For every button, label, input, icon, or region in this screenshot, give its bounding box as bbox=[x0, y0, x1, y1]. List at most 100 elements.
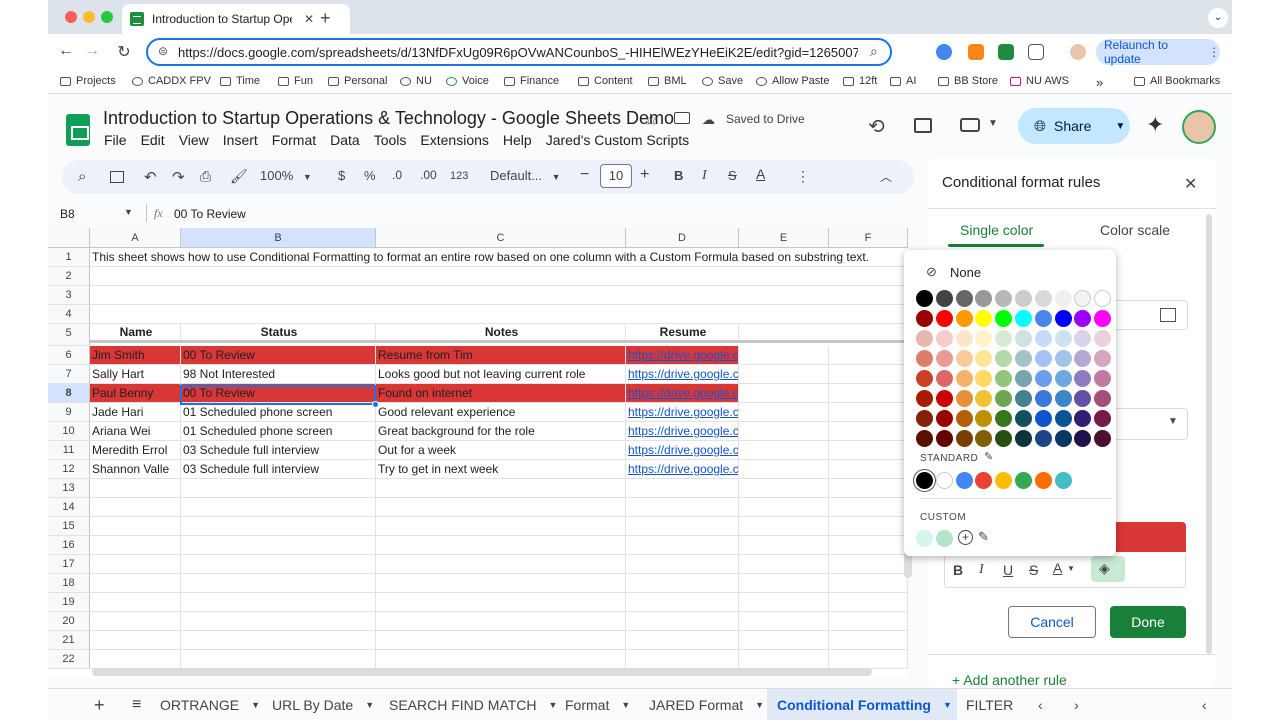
color-swatch[interactable] bbox=[916, 370, 933, 387]
bookmark-item[interactable]: Time bbox=[220, 75, 260, 87]
table-cell-empty[interactable] bbox=[90, 555, 181, 573]
intro-cell[interactable]: This sheet shows how to use Conditional … bbox=[90, 248, 908, 266]
color-swatch[interactable] bbox=[1015, 290, 1032, 307]
zoom-select[interactable]: 100% ▼ bbox=[260, 168, 312, 183]
table-cell-empty[interactable] bbox=[90, 593, 181, 611]
none-color-option[interactable]: None bbox=[950, 265, 981, 280]
zoom-window-button[interactable] bbox=[101, 11, 113, 23]
table-cell-notes[interactable]: Good relevant experience bbox=[376, 403, 626, 421]
meet-dropdown-icon[interactable]: ▼ bbox=[988, 118, 998, 129]
menu-data[interactable]: Data bbox=[330, 132, 360, 148]
sheet-tab[interactable]: ORTRANGE ▼ bbox=[160, 689, 260, 720]
decrease-decimal-button[interactable]: .0 bbox=[392, 168, 402, 182]
color-swatch[interactable] bbox=[1074, 410, 1092, 427]
color-swatch[interactable] bbox=[1074, 350, 1092, 367]
table-cell-name[interactable]: Jim Smith bbox=[90, 346, 181, 364]
row-header[interactable]: 10 bbox=[48, 422, 90, 441]
site-info-icon[interactable]: ⊜ bbox=[158, 44, 168, 58]
table-cell-empty[interactable] bbox=[376, 574, 626, 592]
profile-icon[interactable] bbox=[1070, 44, 1086, 60]
close-tab-icon[interactable]: ✕ bbox=[304, 12, 314, 26]
color-swatch[interactable] bbox=[935, 430, 953, 447]
color-swatch[interactable] bbox=[975, 390, 993, 407]
table-cell-empty[interactable] bbox=[626, 479, 739, 497]
table-cell-empty[interactable] bbox=[829, 517, 908, 535]
relaunch-button[interactable]: Relaunch to update ⋮ bbox=[1096, 38, 1220, 66]
bookmark-item[interactable]: CADDX FPV bbox=[132, 75, 211, 87]
row-header[interactable]: 5 bbox=[48, 324, 90, 346]
row-header[interactable]: 1 bbox=[48, 248, 90, 267]
bookmark-item[interactable]: Save bbox=[702, 75, 743, 87]
table-cell-empty[interactable] bbox=[829, 631, 908, 649]
table-cell-name[interactable]: Shannon Valle bbox=[90, 460, 181, 478]
table-cell-empty[interactable] bbox=[829, 403, 908, 421]
percent-button[interactable]: % bbox=[364, 168, 376, 183]
table-cell-notes[interactable]: Resume from Tim bbox=[376, 346, 626, 364]
name-box[interactable]: B8 bbox=[60, 207, 75, 221]
color-swatch[interactable] bbox=[916, 330, 933, 347]
table-cell-notes[interactable]: Found on internet bbox=[376, 384, 626, 402]
table-cell-status[interactable]: 03 Schedule full interview bbox=[181, 441, 376, 459]
table-cell-empty[interactable] bbox=[626, 536, 739, 554]
table-cell-resume[interactable]: https://drive.google.c bbox=[626, 403, 739, 421]
underline-style-button[interactable]: U bbox=[1003, 562, 1013, 578]
back-icon[interactable]: ← bbox=[56, 42, 76, 60]
table-cell-empty[interactable] bbox=[376, 536, 626, 554]
color-swatch[interactable] bbox=[1054, 370, 1072, 387]
color-swatch[interactable] bbox=[935, 390, 953, 407]
table-cell-empty[interactable] bbox=[90, 631, 181, 649]
table-cell-empty[interactable] bbox=[829, 555, 908, 573]
color-swatch[interactable] bbox=[1015, 430, 1032, 447]
bookmark-item[interactable]: Finance bbox=[504, 75, 559, 87]
row-header[interactable]: 9 bbox=[48, 403, 90, 422]
color-swatch[interactable] bbox=[1074, 370, 1092, 387]
table-cell-empty[interactable] bbox=[90, 612, 181, 630]
resume-link[interactable]: https://drive.google.c bbox=[628, 386, 738, 400]
row-header[interactable]: 11 bbox=[48, 441, 90, 460]
standard-color-swatch[interactable] bbox=[995, 472, 1013, 489]
row-header[interactable]: 16 bbox=[48, 536, 90, 555]
color-swatch[interactable] bbox=[995, 410, 1013, 427]
gemini-icon[interactable]: ✦ bbox=[1146, 112, 1164, 138]
minimize-window-button[interactable] bbox=[83, 11, 95, 23]
header-resume[interactable]: Resume bbox=[626, 324, 739, 340]
color-swatch[interactable] bbox=[1094, 290, 1112, 307]
color-swatch[interactable] bbox=[1094, 410, 1112, 427]
color-swatch[interactable] bbox=[1074, 390, 1092, 407]
formula-input[interactable]: 00 To Review bbox=[174, 207, 246, 221]
color-swatch[interactable] bbox=[1054, 290, 1072, 307]
zoom-icon[interactable]: ⌕ bbox=[870, 43, 878, 60]
menu-insert[interactable]: Insert bbox=[223, 132, 258, 148]
bold-style-button[interactable]: B bbox=[953, 562, 963, 578]
table-cell-empty[interactable] bbox=[739, 536, 829, 554]
table-cell-empty[interactable] bbox=[739, 498, 829, 516]
menu-tools[interactable]: Tools bbox=[374, 132, 407, 148]
color-swatch[interactable] bbox=[1034, 410, 1052, 427]
color-swatch[interactable] bbox=[935, 290, 953, 307]
color-swatch[interactable] bbox=[1094, 310, 1112, 327]
table-cell-notes[interactable]: Try to get in next week bbox=[376, 460, 626, 478]
text-color-button[interactable]: A bbox=[756, 166, 765, 182]
color-swatch[interactable] bbox=[1074, 430, 1092, 447]
header-notes[interactable]: Notes bbox=[376, 324, 626, 340]
table-cell-empty[interactable] bbox=[739, 403, 829, 421]
table-cell-empty[interactable] bbox=[829, 574, 908, 592]
bookmark-item[interactable]: BML bbox=[648, 75, 687, 87]
table-cell-empty[interactable] bbox=[739, 384, 829, 402]
color-swatch[interactable] bbox=[995, 290, 1013, 307]
color-swatch[interactable] bbox=[916, 350, 933, 367]
table-cell-name[interactable]: Ariana Wei bbox=[90, 422, 181, 440]
move-folder-icon[interactable] bbox=[674, 112, 690, 124]
table-cell-resume[interactable]: https://drive.google.c bbox=[626, 460, 739, 478]
table-cell-empty[interactable] bbox=[829, 498, 908, 516]
row-header[interactable]: 15 bbox=[48, 517, 90, 536]
column-header-c[interactable]: C bbox=[376, 228, 626, 248]
decrease-font-size-icon[interactable]: − bbox=[580, 166, 589, 184]
color-swatch[interactable] bbox=[1094, 430, 1112, 447]
table-icon[interactable] bbox=[110, 171, 124, 183]
row-header[interactable]: 19 bbox=[48, 593, 90, 612]
menu-custom-scripts[interactable]: Jared's Custom Scripts bbox=[546, 132, 690, 148]
color-swatch[interactable] bbox=[975, 330, 993, 347]
row-header[interactable]: 13 bbox=[48, 479, 90, 498]
color-swatch[interactable] bbox=[1054, 410, 1072, 427]
